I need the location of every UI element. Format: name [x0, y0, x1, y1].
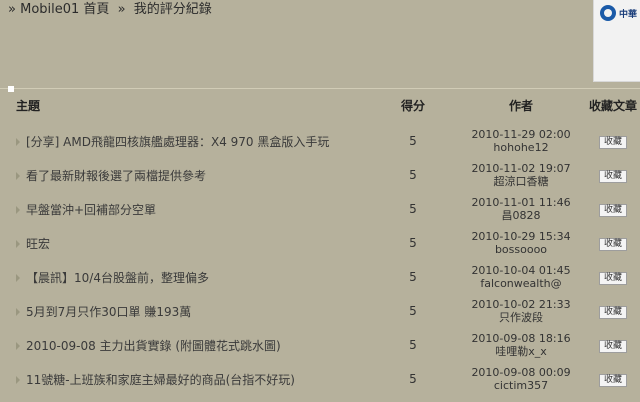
- topic-link[interactable]: 2010-09-08 主力出貨實錄 (附圖體花式跳水圖): [26, 339, 281, 353]
- row-favorite-cell: 收藏: [586, 294, 640, 328]
- bullet-arrow-icon: [16, 206, 20, 214]
- row-score: 5: [409, 338, 417, 352]
- bullet-arrow-icon: [16, 274, 20, 282]
- bullet-arrow-icon: [16, 240, 20, 248]
- row-score: 5: [409, 134, 417, 148]
- row-subject-cell: 早盤當沖+回補部分空單: [0, 192, 370, 226]
- table-row: 5月到7月只作30口單 賺193萬 5 2010-10-02 21:33 只作波段 收藏: [0, 294, 640, 328]
- row-author-link[interactable]: cictim357: [456, 379, 586, 392]
- bullet-arrow-icon: [16, 342, 20, 350]
- header-score: 得分: [400, 98, 425, 113]
- topic-link[interactable]: 11號糖-上班族和家庭主婦最好的商品(台指不好玩): [26, 373, 295, 387]
- table-row: 早盤當沖+回補部分空單 5 2010-11-01 11:46 昌0828 收藏: [0, 192, 640, 226]
- table-row: 【晨訊】10/4台股盤前，整理偏多 5 2010-10-04 01:45 falcon…: [0, 260, 640, 294]
- row-author-link[interactable]: falconwealth@: [456, 277, 586, 290]
- topic-link[interactable]: 5月到7月只作30口單 賺193萬: [26, 305, 191, 319]
- row-author-link[interactable]: 只作波段: [456, 311, 586, 324]
- table-row: 旺宏 5 2010-10-29 15:34 bossoooo 收藏: [0, 226, 640, 260]
- bullet-arrow-icon: [16, 138, 20, 146]
- bank-logo-icon: [600, 5, 616, 21]
- row-favorite-cell: 收藏: [586, 362, 640, 396]
- row-subject-cell: 【晨訊】10/4台股盤前，整理偏多: [0, 260, 370, 294]
- favorite-button[interactable]: 收藏: [598, 204, 627, 217]
- breadcrumb-home-link[interactable]: Mobile01 首頁: [20, 2, 109, 17]
- row-favorite-cell: 收藏: [586, 124, 640, 158]
- row-author-link[interactable]: bossoooo: [456, 243, 586, 256]
- row-date: 2010-11-01 11:46: [471, 196, 571, 209]
- breadcrumb-lead: »: [8, 2, 16, 17]
- row-date: 2010-10-29 15:34: [471, 230, 571, 243]
- row-author-cell: 2010-11-02 19:07 超涼口香糖: [456, 158, 586, 192]
- topic-link[interactable]: 早盤當沖+回補部分空單: [26, 203, 156, 217]
- row-author-link[interactable]: hohohe12: [456, 141, 586, 154]
- bullet-arrow-icon: [16, 376, 20, 384]
- row-author-cell: 2010-09-08 18:16 哇哩勒x_x: [456, 328, 586, 362]
- row-date: 2010-09-08 00:09: [471, 366, 571, 379]
- row-score: 5: [409, 270, 417, 284]
- row-subject-cell: 旺宏: [0, 226, 370, 260]
- favorite-button[interactable]: 收藏: [598, 136, 627, 149]
- bullet-arrow-icon: [16, 308, 20, 316]
- row-subject-cell: [分享] AMD飛龍四核旗艦處理器：X4 970 黑盒版入手玩: [0, 124, 370, 158]
- topic-link[interactable]: 旺宏: [26, 237, 50, 251]
- row-score: 5: [409, 372, 417, 386]
- rating-history-table: 主題 得分 作者 收藏文章 [分享] AMD飛龍四核旗艦處理器：X4 970 黑…: [0, 88, 640, 396]
- row-score: 5: [409, 236, 417, 250]
- favorite-button[interactable]: 收藏: [598, 238, 627, 251]
- row-author-link[interactable]: 哇哩勒x_x: [456, 345, 586, 358]
- breadcrumb: » Mobile01 首頁 » 我的評分紀錄: [8, 0, 212, 20]
- row-favorite-cell: 收藏: [586, 328, 640, 362]
- row-score: 5: [409, 168, 417, 182]
- ad-logo: 中華: [600, 5, 637, 21]
- row-favorite-cell: 收藏: [586, 158, 640, 192]
- favorite-button[interactable]: 收藏: [598, 374, 627, 387]
- table-row: [分享] AMD飛龍四核旗艦處理器：X4 970 黑盒版入手玩 5 2010-11-…: [0, 124, 640, 158]
- row-date: 2010-09-08 18:16: [471, 332, 571, 345]
- favorite-button[interactable]: 收藏: [598, 272, 627, 285]
- breadcrumb-separator: »: [117, 2, 126, 17]
- row-subject-cell: 看了最新財報後選了兩檔提供參考: [0, 158, 370, 192]
- row-score: 5: [409, 304, 417, 318]
- bullet-arrow-icon: [16, 172, 20, 180]
- ad-logo-text: 中華: [619, 9, 638, 20]
- row-author-cell: 2010-10-29 15:34 bossoooo: [456, 226, 586, 260]
- table-header-row: 主題 得分 作者 收藏文章: [0, 88, 640, 124]
- breadcrumb-current: 我的評分紀錄: [133, 2, 212, 17]
- favorite-button[interactable]: 收藏: [598, 306, 627, 319]
- advertisement-banner[interactable]: 中華: [593, 0, 640, 82]
- row-favorite-cell: 收藏: [586, 260, 640, 294]
- favorite-button[interactable]: 收藏: [598, 170, 627, 183]
- header-favorite: 收藏文章: [588, 98, 637, 113]
- row-subject-cell: 11號糖-上班族和家庭主婦最好的商品(台指不好玩): [0, 362, 370, 396]
- row-author-cell: 2010-09-08 00:09 cictim357: [456, 362, 586, 396]
- topic-link[interactable]: 看了最新財報後選了兩檔提供參考: [26, 169, 206, 183]
- row-subject-cell: 2010-09-08 主力出貨實錄 (附圖體花式跳水圖): [0, 328, 370, 362]
- header-subject: 主題: [16, 98, 41, 113]
- row-date: 2010-10-02 21:33: [471, 298, 571, 311]
- row-favorite-cell: 收藏: [586, 192, 640, 226]
- row-author-cell: 2010-10-02 21:33 只作波段: [456, 294, 586, 328]
- row-author-cell: 2010-11-01 11:46 昌0828: [456, 192, 586, 226]
- table-row: 看了最新財報後選了兩檔提供參考 5 2010-11-02 19:07 超涼口香糖 收藏: [0, 158, 640, 192]
- topic-link[interactable]: [分享] AMD飛龍四核旗艦處理器：X4 970 黑盒版入手玩: [26, 135, 329, 149]
- row-author-link[interactable]: 昌0828: [456, 209, 586, 222]
- table-row: 11號糖-上班族和家庭主婦最好的商品(台指不好玩) 5 2010-09-08 00:…: [0, 362, 640, 396]
- row-subject-cell: 5月到7月只作30口單 賺193萬: [0, 294, 370, 328]
- topic-link[interactable]: 【晨訊】10/4台股盤前，整理偏多: [26, 271, 209, 285]
- row-date: 2010-11-02 19:07: [471, 162, 571, 175]
- rating-history-table-wrap: 主題 得分 作者 收藏文章 [分享] AMD飛龍四核旗艦處理器：X4 970 黑…: [0, 88, 640, 396]
- row-date: 2010-10-04 01:45: [471, 264, 571, 277]
- header-author: 作者: [508, 98, 533, 113]
- favorite-button[interactable]: 收藏: [598, 340, 627, 353]
- row-date: 2010-11-29 02:00: [471, 128, 571, 141]
- row-author-link[interactable]: 超涼口香糖: [456, 175, 586, 188]
- row-favorite-cell: 收藏: [586, 226, 640, 260]
- table-row: 2010-09-08 主力出貨實錄 (附圖體花式跳水圖) 5 2010-09-08 …: [0, 328, 640, 362]
- row-author-cell: 2010-11-29 02:00 hohohe12: [456, 124, 586, 158]
- row-author-cell: 2010-10-04 01:45 falconwealth@: [456, 260, 586, 294]
- row-score: 5: [409, 202, 417, 216]
